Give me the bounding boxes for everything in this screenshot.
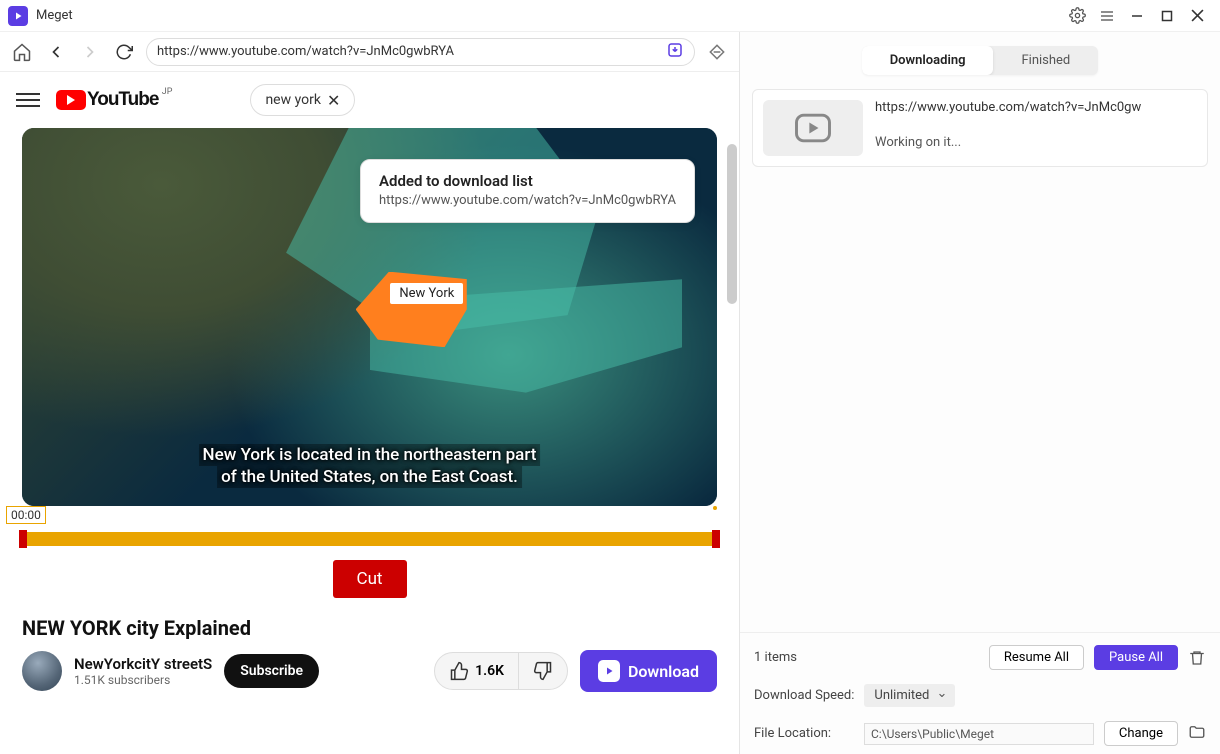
download-list: https://www.youtube.com/watch?v=JnMc0gw … <box>740 89 1220 632</box>
trim-handle-right[interactable] <box>712 530 720 548</box>
download-footer: 1 items Resume All Pause All Download Sp… <box>740 632 1220 754</box>
video-meta-row: NewYorkcitY streetS 1.51K subscribers Su… <box>0 650 739 702</box>
app-title: Meget <box>36 8 73 23</box>
change-location-button[interactable]: Change <box>1104 721 1178 746</box>
trim-handle-left[interactable] <box>19 530 27 548</box>
time-badge: 00:00 <box>6 506 46 524</box>
speed-select[interactable]: Unlimited <box>864 684 955 707</box>
cut-button[interactable]: Cut <box>333 560 407 598</box>
video-title: NEW YORK city Explained <box>0 612 739 650</box>
toast-url: https://www.youtube.com/watch?v=JnMc0gwb… <box>379 193 676 208</box>
search-chip[interactable]: new york ✕ <box>250 84 355 116</box>
hamburger-icon[interactable] <box>16 89 40 111</box>
back-icon[interactable] <box>44 40 68 64</box>
timeline-track[interactable] <box>22 532 717 546</box>
items-count: 1 items <box>754 650 979 665</box>
location-input[interactable] <box>864 723 1094 745</box>
titlebar: Meget <box>0 0 1220 32</box>
home-icon[interactable] <box>10 40 34 64</box>
download-logo-icon <box>598 660 620 682</box>
like-dislike-pill: 1.6K <box>434 652 568 690</box>
url-input[interactable] <box>157 44 666 59</box>
dislike-button[interactable] <box>519 653 567 689</box>
trim-timeline: 00:00 <box>0 506 739 546</box>
download-panel: Downloading Finished https://www.youtube… <box>740 32 1220 754</box>
scrollbar[interactable] <box>727 144 737 304</box>
channel-avatar[interactable] <box>22 651 62 691</box>
trash-icon[interactable] <box>1188 649 1206 667</box>
like-button[interactable]: 1.6K <box>435 653 519 689</box>
youtube-page: YouTube JP new york ✕ New York Ne <box>0 72 739 754</box>
speed-label: Download Speed: <box>754 688 854 703</box>
maximize-button[interactable] <box>1152 1 1182 31</box>
minimize-button[interactable] <box>1122 1 1152 31</box>
video-caption: New York is located in the northeastern … <box>199 444 541 488</box>
download-toast: Added to download list https://www.youtu… <box>360 159 695 223</box>
subscribe-button[interactable]: Subscribe <box>224 654 319 688</box>
map-label: New York <box>390 283 463 304</box>
tag-icon[interactable] <box>705 40 729 64</box>
folder-icon[interactable] <box>1188 723 1206 745</box>
save-url-icon[interactable] <box>666 41 684 63</box>
toast-title: Added to download list <box>379 172 676 190</box>
download-item-url: https://www.youtube.com/watch?v=JnMc0gw <box>875 100 1197 115</box>
browser-panel: YouTube JP new york ✕ New York Ne <box>0 32 740 754</box>
location-label: File Location: <box>754 726 854 741</box>
youtube-logo[interactable]: YouTube JP <box>56 89 158 111</box>
channel-subs: 1.51K subscribers <box>74 673 212 687</box>
resume-all-button[interactable]: Resume All <box>989 645 1084 670</box>
reload-icon[interactable] <box>112 40 136 64</box>
forward-icon[interactable] <box>78 40 102 64</box>
download-tabs: Downloading Finished <box>862 46 1099 75</box>
url-bar[interactable] <box>146 38 695 66</box>
youtube-play-icon <box>56 90 86 110</box>
pause-all-button[interactable]: Pause All <box>1094 645 1178 670</box>
download-thumb-icon <box>763 100 863 156</box>
nav-bar <box>0 32 739 72</box>
tab-finished[interactable]: Finished <box>993 46 1098 75</box>
channel-name[interactable]: NewYorkcitY streetS <box>74 655 212 673</box>
yt-header: YouTube JP new york ✕ <box>0 72 739 128</box>
download-button[interactable]: Download <box>580 650 717 692</box>
settings-icon[interactable] <box>1062 1 1092 31</box>
app-logo-icon <box>8 6 28 26</box>
chip-close-icon[interactable]: ✕ <box>327 91 340 110</box>
tab-downloading[interactable]: Downloading <box>862 46 994 75</box>
download-item[interactable]: https://www.youtube.com/watch?v=JnMc0gw … <box>752 89 1208 167</box>
close-button[interactable] <box>1182 1 1212 31</box>
download-item-status: Working on it... <box>875 135 1197 150</box>
menu-icon[interactable] <box>1092 1 1122 31</box>
